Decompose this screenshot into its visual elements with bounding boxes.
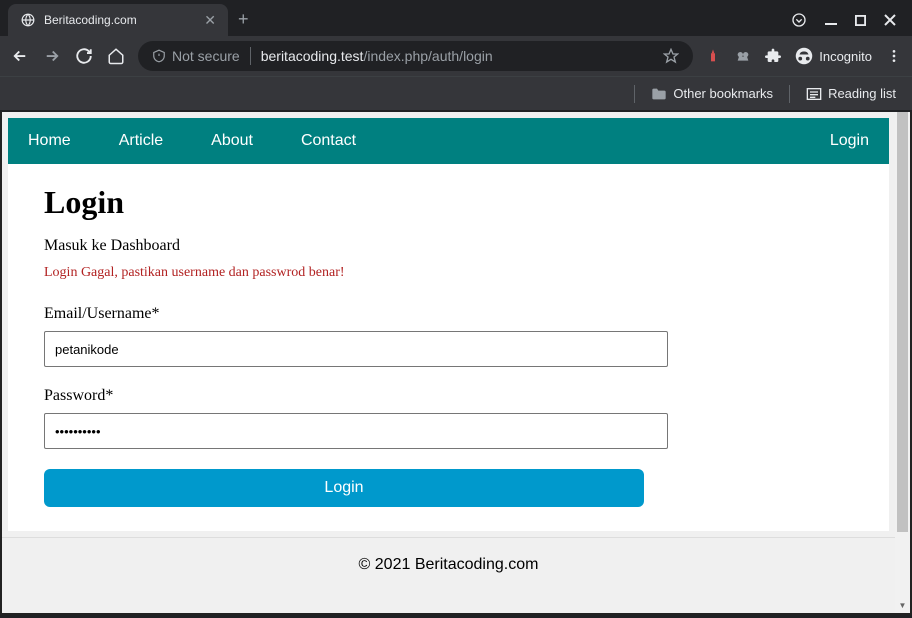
- username-label: Email/Username*: [44, 305, 853, 323]
- back-button[interactable]: [10, 47, 30, 65]
- window-controls: [791, 12, 912, 28]
- url-text: beritacoding.test/index.php/auth/login: [261, 48, 654, 64]
- reading-list[interactable]: Reading list: [806, 86, 896, 101]
- username-input[interactable]: [44, 331, 668, 367]
- nav-article[interactable]: Article: [119, 132, 163, 150]
- other-bookmarks-label: Other bookmarks: [673, 86, 773, 101]
- incognito-label: Incognito: [819, 49, 872, 64]
- password-label: Password*: [44, 387, 853, 405]
- globe-icon: [20, 12, 36, 28]
- minimize-icon[interactable]: [825, 14, 837, 26]
- browser-tab[interactable]: Beritacoding.com ✕: [8, 4, 228, 36]
- nav-contact[interactable]: Contact: [301, 132, 356, 150]
- footer: © 2021 Beritacoding.com: [2, 537, 895, 592]
- home-button[interactable]: [106, 47, 126, 65]
- forward-button[interactable]: [42, 47, 62, 65]
- error-message: Login Gagal, pastikan username dan passw…: [44, 265, 853, 281]
- address-bar: Not secure beritacoding.test/index.php/a…: [0, 36, 912, 76]
- viewport: Home Article About Contact Login Login M…: [0, 112, 912, 615]
- extension-icon-1[interactable]: [705, 48, 721, 64]
- tab-bar: Beritacoding.com ✕ +: [0, 0, 912, 36]
- login-button[interactable]: Login: [44, 469, 644, 507]
- scroll-down-icon[interactable]: ▼: [895, 598, 910, 613]
- browser-chrome: Beritacoding.com ✕ + Not secure beritaco…: [0, 0, 912, 112]
- extensions-icon[interactable]: [765, 48, 781, 64]
- dropdown-icon[interactable]: [791, 12, 807, 28]
- close-icon[interactable]: ✕: [204, 12, 216, 29]
- extension-icon-2[interactable]: [735, 48, 751, 64]
- footer-text: © 2021 Beritacoding.com: [359, 556, 539, 573]
- security-label: Not secure: [172, 48, 240, 64]
- scrollbar-thumb[interactable]: [897, 112, 908, 532]
- maximize-icon[interactable]: [855, 15, 866, 26]
- url-divider: [250, 47, 251, 65]
- menu-icon[interactable]: [886, 48, 902, 64]
- page-subtitle: Masuk ke Dashboard: [44, 237, 853, 255]
- new-tab-button[interactable]: +: [238, 9, 249, 30]
- url-bar[interactable]: Not secure beritacoding.test/index.php/a…: [138, 41, 693, 71]
- star-icon[interactable]: [663, 48, 679, 64]
- nav-home[interactable]: Home: [28, 132, 71, 150]
- other-bookmarks[interactable]: Other bookmarks: [651, 86, 773, 101]
- toolbar-icons: Incognito: [705, 47, 902, 65]
- scrollbar[interactable]: ▲ ▼: [895, 112, 910, 613]
- site-navbar: Home Article About Contact Login: [8, 118, 889, 164]
- nav-right: Login: [830, 132, 869, 150]
- security-indicator[interactable]: Not secure: [152, 48, 240, 64]
- main-content: Login Masuk ke Dashboard Login Gagal, pa…: [8, 164, 889, 531]
- nav-links: Home Article About Contact: [28, 132, 356, 150]
- tab-title: Beritacoding.com: [44, 13, 196, 27]
- password-input[interactable]: [44, 413, 668, 449]
- incognito-badge[interactable]: Incognito: [795, 47, 872, 65]
- reload-button[interactable]: [74, 47, 94, 65]
- nav-about[interactable]: About: [211, 132, 253, 150]
- close-window-icon[interactable]: [884, 14, 896, 26]
- content-area: Home Article About Contact Login Login M…: [2, 112, 895, 613]
- bookmarks-bar: Other bookmarks Reading list: [0, 76, 912, 110]
- reading-list-label: Reading list: [828, 86, 896, 101]
- nav-login[interactable]: Login: [830, 132, 869, 149]
- page-title: Login: [44, 184, 853, 221]
